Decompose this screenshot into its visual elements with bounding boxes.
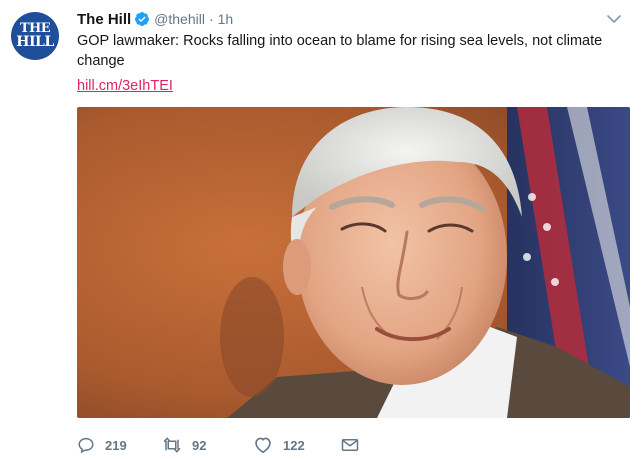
direct-message-button[interactable] [341, 435, 369, 455]
retweet-count: 92 [192, 437, 207, 453]
retweet-button[interactable]: 92 [162, 435, 206, 455]
like-count: 122 [283, 437, 305, 453]
tweet-header: The Hill @thehill · 1h [77, 9, 233, 29]
separator-dot: · [208, 11, 214, 27]
avatar[interactable]: THE HILL [11, 12, 59, 60]
tweet-timestamp[interactable]: 1h [218, 11, 234, 27]
reply-count: 219 [105, 437, 127, 453]
tweet-text: GOP lawmaker: Rocks falling into ocean t… [77, 33, 603, 69]
portrait-image [77, 107, 630, 418]
retweet-icon [163, 437, 181, 453]
verified-badge-icon [135, 12, 150, 26]
avatar-text-line2: HILL [16, 33, 54, 50]
tweet-actions: 219 92 122 [77, 435, 477, 455]
reply-icon [78, 437, 94, 453]
account-name[interactable]: The Hill [77, 11, 131, 28]
tweet-link[interactable]: hill.cm/3eIhTEI [77, 76, 173, 96]
envelope-icon [341, 439, 359, 451]
chevron-down-icon[interactable] [607, 14, 621, 24]
like-button[interactable]: 122 [253, 435, 305, 455]
heart-icon [255, 437, 271, 454]
reply-button[interactable]: 219 [77, 435, 127, 455]
tweet-card[interactable]: THE HILL The Hill @thehill · 1h GOP lawm… [0, 0, 641, 459]
tweet-photo[interactable] [77, 107, 630, 418]
account-handle[interactable]: @thehill [154, 11, 205, 27]
